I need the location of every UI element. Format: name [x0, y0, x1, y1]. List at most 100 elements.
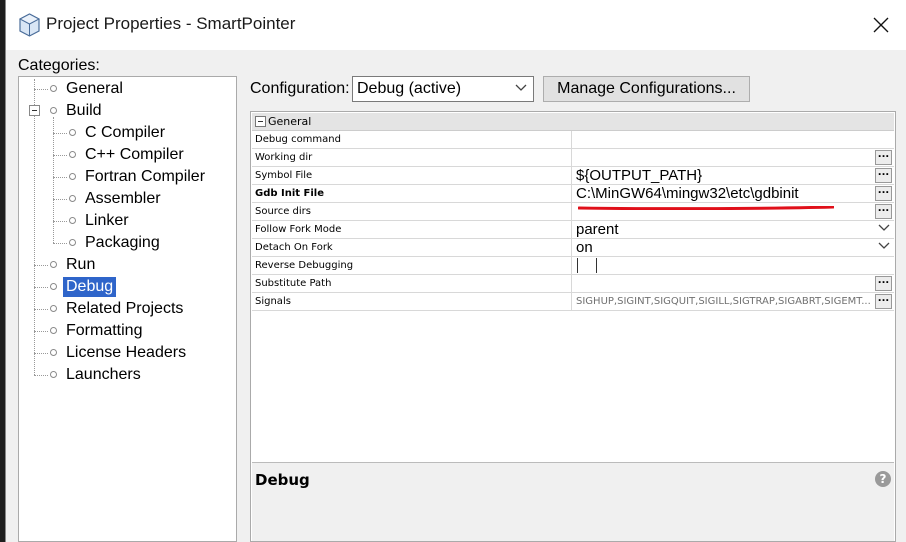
browse-button[interactable]: ...: [875, 186, 892, 201]
property-row[interactable]: Detach On Fork on: [252, 239, 894, 257]
close-icon: [873, 17, 889, 33]
tree-item-linker[interactable]: Linker: [82, 210, 132, 232]
property-name: Follow Fork Mode: [252, 221, 572, 238]
tree-node-bullet: [50, 283, 57, 290]
tree-connector: [53, 117, 54, 243]
tree-item-c-compiler[interactable]: C Compiler: [82, 122, 168, 144]
manage-configurations-button[interactable]: Manage Configurations...: [543, 76, 750, 102]
property-value[interactable]: [573, 149, 894, 166]
property-value[interactable]: [573, 275, 894, 292]
tree-node-bullet: [50, 85, 57, 92]
property-name: Working dir: [252, 149, 572, 166]
reverse-debugging-checkbox[interactable]: [577, 258, 597, 273]
tree-item-general[interactable]: General: [63, 78, 126, 100]
close-button[interactable]: [864, 10, 898, 40]
property-value[interactable]: on: [573, 239, 894, 256]
property-row[interactable]: Substitute Path ...: [252, 275, 894, 293]
property-row[interactable]: Debug command: [252, 131, 894, 149]
tree-connector: [53, 177, 67, 178]
collapse-icon[interactable]: [255, 116, 266, 127]
tree-connector: [34, 353, 48, 354]
tree-node-bullet: [69, 129, 76, 136]
chevron-down-icon: [515, 84, 527, 91]
title-bar: Project Properties - SmartPointer: [6, 0, 906, 50]
netbeans-app-icon: [19, 13, 40, 37]
tree-node-bullet: [50, 349, 57, 356]
red-underline-annotation: [578, 206, 834, 210]
property-value[interactable]: ${OUTPUT_PATH}: [573, 167, 894, 184]
property-value[interactable]: [573, 257, 894, 274]
property-name: Reverse Debugging: [252, 257, 572, 274]
tree-node-bullet: [69, 217, 76, 224]
browse-button[interactable]: ...: [875, 168, 892, 183]
project-properties-dialog: Project Properties - SmartPointer Catego…: [5, 0, 906, 542]
window-title: Project Properties - SmartPointer: [46, 14, 296, 33]
configuration-value: Debug (active): [357, 80, 462, 97]
property-row[interactable]: Follow Fork Mode parent: [252, 221, 894, 239]
tree-connector: [34, 265, 48, 266]
property-row[interactable]: Reverse Debugging: [252, 257, 894, 275]
tree-node-bullet: [50, 107, 57, 114]
configuration-select[interactable]: Debug (active): [352, 76, 534, 102]
tree-item-formatting[interactable]: Formatting: [63, 320, 145, 342]
description-title: Debug: [255, 471, 310, 489]
tree-connector: [34, 89, 48, 90]
chevron-down-icon[interactable]: [878, 242, 890, 250]
tree-connector: [34, 331, 48, 332]
tree-connector: [34, 309, 48, 310]
property-value[interactable]: parent: [573, 221, 894, 238]
property-sheet: General Debug command Working dir ... Sy…: [250, 111, 896, 542]
tree-connector: [34, 287, 48, 288]
tree-item-debug[interactable]: Debug: [63, 276, 117, 298]
tree-item-assembler[interactable]: Assembler: [82, 188, 164, 210]
property-value[interactable]: SIGHUP,SIGINT,SIGQUIT,SIGILL,SIGTRAP,SIG…: [573, 293, 894, 310]
section-header-general[interactable]: General: [252, 113, 894, 131]
tree-node-bullet: [69, 151, 76, 158]
tree-item-run[interactable]: Run: [63, 254, 98, 276]
tree-item-fortran-compiler[interactable]: Fortran Compiler: [82, 166, 208, 188]
browse-button[interactable]: ...: [875, 294, 892, 309]
tree-connector: [53, 133, 67, 134]
tree-connector: [34, 375, 48, 376]
tree-node-bullet: [69, 239, 76, 246]
tree-node-bullet: [69, 173, 76, 180]
property-name: Gdb Init File: [252, 185, 572, 202]
chevron-down-icon[interactable]: [878, 224, 890, 232]
property-name: Source dirs: [252, 203, 572, 220]
tree-connector: [53, 155, 67, 156]
configuration-label: Configuration:: [250, 80, 350, 97]
browse-button[interactable]: ...: [875, 276, 892, 291]
tree-node-bullet: [50, 371, 57, 378]
categories-label: Categories:: [18, 57, 100, 74]
description-panel: Debug ?: [252, 462, 894, 541]
property-name: Signals: [252, 293, 572, 310]
property-name: Detach On Fork: [252, 239, 572, 256]
browse-button[interactable]: ...: [875, 150, 892, 165]
property-row[interactable]: Symbol File ${OUTPUT_PATH} ...: [252, 167, 894, 185]
tree-item-launchers[interactable]: Launchers: [63, 364, 144, 386]
property-row[interactable]: Working dir ...: [252, 149, 894, 167]
tree-connector: [53, 221, 67, 222]
property-name: Substitute Path: [252, 275, 572, 292]
tree-node-bullet: [50, 327, 57, 334]
property-name: Symbol File: [252, 167, 572, 184]
property-value[interactable]: C:\MinGW64\mingw32\etc\gdbinit: [573, 185, 894, 202]
tree-connector: [53, 243, 67, 244]
tree-item-related-projects[interactable]: Related Projects: [63, 298, 186, 320]
tree-connector: [53, 199, 67, 200]
property-row[interactable]: Signals SIGHUP,SIGINT,SIGQUIT,SIGILL,SIG…: [252, 293, 894, 311]
property-value[interactable]: [573, 131, 894, 148]
build-collapse-toggle[interactable]: [29, 105, 40, 116]
tree-node-bullet: [50, 305, 57, 312]
tree-item-cpp-compiler[interactable]: C++ Compiler: [82, 144, 187, 166]
property-name: Debug command: [252, 131, 572, 148]
tree-node-bullet: [50, 261, 57, 268]
categories-tree[interactable]: General Build C Compiler C++ Compiler Fo…: [18, 76, 237, 542]
property-row[interactable]: Gdb Init File C:\MinGW64\mingw32\etc\gdb…: [252, 185, 894, 203]
tree-item-build[interactable]: Build: [63, 100, 105, 122]
help-icon[interactable]: ?: [875, 471, 891, 487]
tree-item-packaging[interactable]: Packaging: [82, 232, 163, 254]
browse-button[interactable]: ...: [875, 204, 892, 219]
tree-item-license-headers[interactable]: License Headers: [63, 342, 189, 364]
tree-node-bullet: [69, 195, 76, 202]
